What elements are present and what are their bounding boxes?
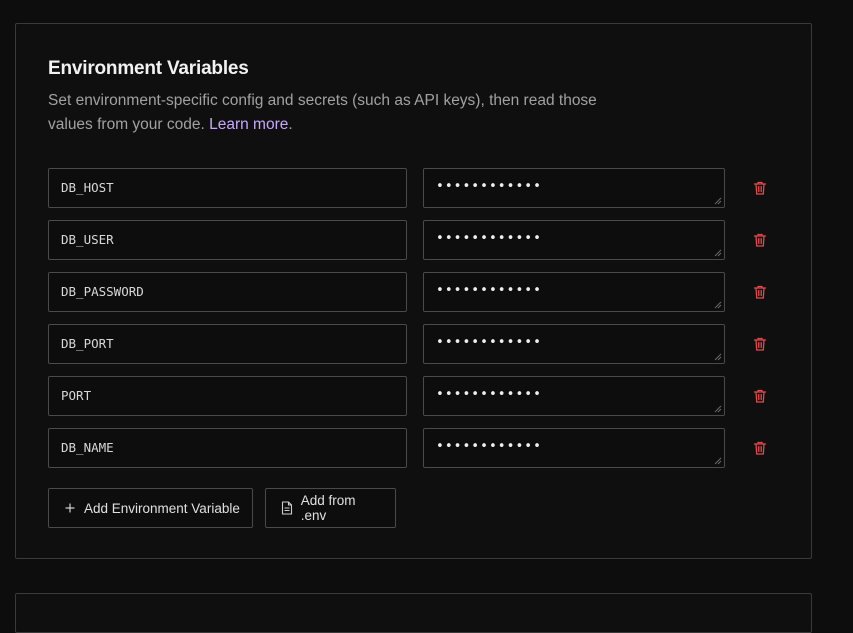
next-section-card	[15, 593, 812, 633]
env-var-row: PORT ••••••••••••	[48, 376, 778, 416]
trash-icon[interactable]	[752, 180, 768, 196]
add-from-env-label: Add from .env	[300, 493, 356, 523]
env-value-masked: ••••••••••••	[436, 231, 542, 246]
env-value-input[interactable]: ••••••••••••	[423, 272, 725, 312]
resize-grip-icon[interactable]	[714, 405, 722, 413]
resize-grip-icon[interactable]	[714, 197, 722, 205]
env-value-input[interactable]: ••••••••••••	[423, 324, 725, 364]
section-description: Set environment-specific config and secr…	[48, 89, 618, 137]
env-var-row: DB_PASSWORD ••••••••••••	[48, 272, 778, 312]
resize-grip-icon[interactable]	[714, 249, 722, 257]
description-text: Set environment-specific config and secr…	[48, 92, 597, 133]
trash-icon[interactable]	[752, 232, 768, 248]
env-value-input[interactable]: ••••••••••••	[423, 220, 725, 260]
trash-icon[interactable]	[752, 284, 768, 300]
add-environment-variable-button[interactable]: Add Environment Variable	[48, 488, 253, 528]
env-key-input[interactable]: DB_PORT	[48, 324, 407, 364]
env-var-list: DB_HOST •••••••••••• DB_USER •••••••••••…	[48, 168, 778, 480]
env-key-input[interactable]: DB_HOST	[48, 168, 407, 208]
trash-icon[interactable]	[752, 440, 768, 456]
env-value-masked: ••••••••••••	[436, 335, 542, 350]
env-value-masked: ••••••••••••	[436, 387, 542, 402]
env-key-input[interactable]: DB_NAME	[48, 428, 407, 468]
plus-icon	[63, 501, 77, 515]
env-var-row: DB_NAME ••••••••••••	[48, 428, 778, 468]
env-value-masked: ••••••••••••	[436, 179, 542, 194]
trash-icon[interactable]	[752, 336, 768, 352]
add-from-env-button[interactable]: Add from .env	[265, 488, 396, 528]
resize-grip-icon[interactable]	[714, 301, 722, 309]
env-var-row: DB_USER ••••••••••••	[48, 220, 778, 260]
section-title: Environment Variables	[48, 58, 249, 79]
learn-more-link[interactable]: Learn more	[209, 116, 288, 133]
file-icon	[280, 501, 294, 515]
add-variable-label: Add Environment Variable	[84, 500, 240, 516]
env-var-row: DB_PORT ••••••••••••	[48, 324, 778, 364]
resize-grip-icon[interactable]	[714, 353, 722, 361]
env-key-input[interactable]: DB_PASSWORD	[48, 272, 407, 312]
description-period: .	[288, 116, 293, 133]
env-key-input[interactable]: PORT	[48, 376, 407, 416]
env-value-masked: ••••••••••••	[436, 283, 542, 298]
env-var-row: DB_HOST ••••••••••••	[48, 168, 778, 208]
trash-icon[interactable]	[752, 388, 768, 404]
env-value-masked: ••••••••••••	[436, 439, 542, 454]
env-value-input[interactable]: ••••••••••••	[423, 168, 725, 208]
env-value-input[interactable]: ••••••••••••	[423, 376, 725, 416]
env-value-input[interactable]: ••••••••••••	[423, 428, 725, 468]
env-actions: Add Environment Variable Add from .env	[48, 488, 396, 528]
env-key-input[interactable]: DB_USER	[48, 220, 407, 260]
resize-grip-icon[interactable]	[714, 457, 722, 465]
environment-variables-card: Environment Variables Set environment-sp…	[15, 23, 812, 559]
